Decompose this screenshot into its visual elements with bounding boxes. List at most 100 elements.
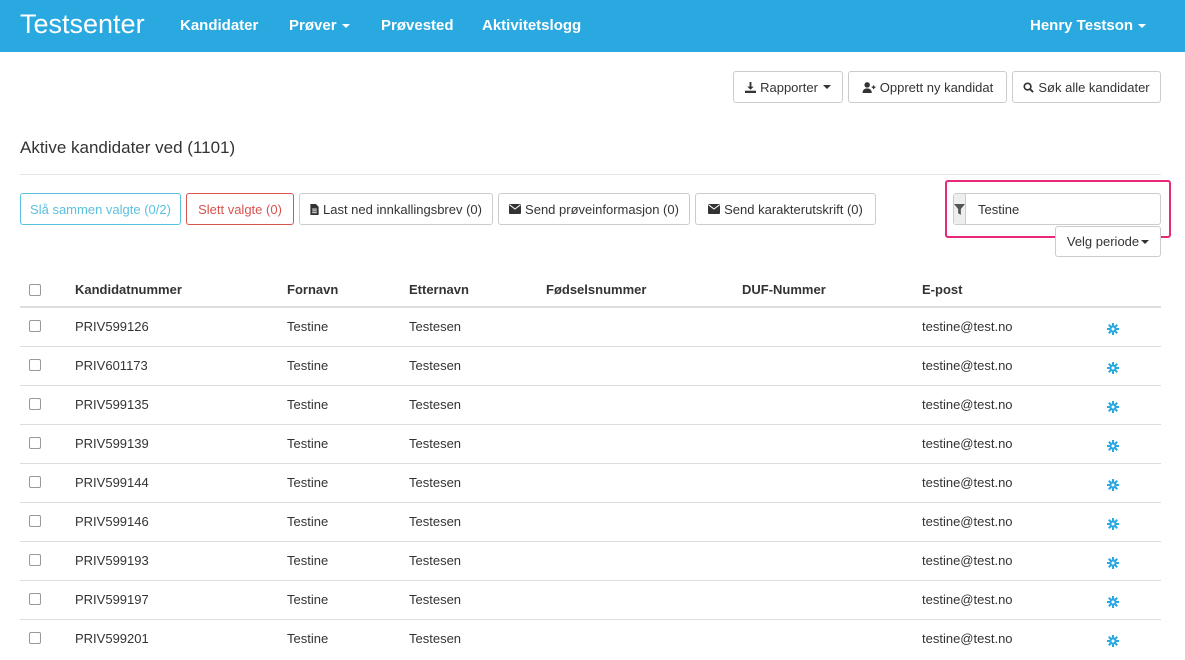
- select-all-checkbox[interactable]: [29, 284, 41, 296]
- rapporter-label: Rapporter: [760, 79, 818, 95]
- table-row: PRIV599135 Testine Testesen testine@test.no: [20, 386, 1161, 425]
- download-icon: [745, 81, 757, 93]
- cell-epost: testine@test.no: [922, 514, 1013, 529]
- header-kandidatnummer[interactable]: Kandidatnummer: [75, 282, 182, 297]
- gear-icon[interactable]: [1107, 400, 1119, 413]
- gear-icon[interactable]: [1107, 439, 1119, 452]
- cell-etternavn: Testesen: [409, 358, 462, 373]
- cell-etternavn: Testesen: [409, 397, 462, 412]
- cell-epost: testine@test.no: [922, 436, 1013, 451]
- header-duf-nummer[interactable]: DUF-Nummer: [742, 282, 826, 297]
- gear-icon[interactable]: [1107, 478, 1119, 491]
- gear-icon[interactable]: [1107, 517, 1119, 530]
- cell-epost: testine@test.no: [922, 631, 1013, 646]
- cell-kandidatnummer: PRIV599201: [75, 631, 149, 646]
- cell-kandidatnummer: PRIV599139: [75, 436, 149, 451]
- cell-epost: testine@test.no: [922, 319, 1013, 334]
- send-grades-button[interactable]: Send karakterutskrift (0): [695, 193, 876, 225]
- gear-icon[interactable]: [1107, 361, 1119, 374]
- cell-kandidatnummer: PRIV599135: [75, 397, 149, 412]
- row-checkbox[interactable]: [29, 515, 41, 527]
- cell-etternavn: Testesen: [409, 553, 462, 568]
- gear-icon[interactable]: [1107, 634, 1119, 647]
- cell-etternavn: Testesen: [409, 592, 462, 607]
- nav-kandidater[interactable]: Kandidater: [180, 17, 258, 34]
- row-checkbox[interactable]: [29, 437, 41, 449]
- search-icon: [1023, 81, 1035, 93]
- nav-prover-label: Prøver: [289, 17, 337, 34]
- cell-kandidatnummer: PRIV599197: [75, 592, 149, 607]
- rapporter-button[interactable]: Rapporter: [733, 71, 843, 103]
- cell-kandidatnummer: PRIV599193: [75, 553, 149, 568]
- row-checkbox[interactable]: [29, 359, 41, 371]
- envelope-icon: [509, 204, 522, 214]
- nav-aktivitetslogg[interactable]: Aktivitetslogg: [482, 17, 581, 34]
- search-all-button[interactable]: Søk alle kandidater: [1012, 71, 1161, 103]
- gear-icon[interactable]: [1107, 556, 1119, 569]
- caret-down-icon: [1138, 24, 1147, 29]
- cell-epost: testine@test.no: [922, 475, 1013, 490]
- top-navbar: Testsenter Kandidater Prøver Prøvested A…: [0, 0, 1185, 52]
- merge-selected-button[interactable]: Slå sammen valgte (0/2): [20, 193, 181, 225]
- download-letters-button[interactable]: Last ned innkallingsbrev (0): [299, 193, 493, 225]
- period-dropdown[interactable]: Velg periode: [1055, 226, 1161, 257]
- row-checkbox[interactable]: [29, 554, 41, 566]
- gear-icon[interactable]: [1107, 595, 1119, 608]
- cell-fornavn: Testine: [287, 592, 329, 607]
- delete-selected-button[interactable]: Slett valgte (0): [186, 193, 294, 225]
- send-info-button[interactable]: Send prøveinformasjon (0): [498, 193, 690, 225]
- download-letters-label: Last ned innkallingsbrev (0): [323, 201, 482, 217]
- table-row: PRIV599146 Testine Testesen testine@test.no: [20, 503, 1161, 542]
- caret-down-icon: [1141, 239, 1150, 244]
- cell-fornavn: Testine: [287, 475, 329, 490]
- row-checkbox[interactable]: [29, 593, 41, 605]
- cell-etternavn: Testesen: [409, 436, 462, 451]
- cell-fornavn: Testine: [287, 319, 329, 334]
- row-checkbox[interactable]: [29, 476, 41, 488]
- caret-down-icon: [341, 24, 350, 29]
- cell-kandidatnummer: PRIV599146: [75, 514, 149, 529]
- cell-epost: testine@test.no: [922, 553, 1013, 568]
- period-label: Velg periode: [1066, 234, 1140, 249]
- table-row: PRIV599126 Testine Testesen testine@test.no: [20, 308, 1161, 347]
- caret-down-icon: [822, 85, 831, 89]
- table-row: PRIV599201 Testine Testesen testine@test.no: [20, 620, 1161, 659]
- row-checkbox[interactable]: [29, 398, 41, 410]
- cell-etternavn: Testesen: [409, 475, 462, 490]
- header-fodselsnummer[interactable]: Fødselsnummer: [546, 282, 646, 297]
- table-row: PRIV599139 Testine Testesen testine@test.no: [20, 425, 1161, 464]
- table-row: PRIV599144 Testine Testesen testine@test.no: [20, 464, 1161, 503]
- cell-epost: testine@test.no: [922, 397, 1013, 412]
- cell-epost: testine@test.no: [922, 592, 1013, 607]
- search-all-label: Søk alle kandidater: [1038, 79, 1150, 95]
- cell-etternavn: Testesen: [409, 514, 462, 529]
- table-row: PRIV599197 Testine Testesen testine@test.no: [20, 581, 1161, 620]
- brand-logo[interactable]: Testsenter: [20, 9, 145, 40]
- table-row: PRIV599193 Testine Testesen testine@test.no: [20, 542, 1161, 581]
- add-candidate-label: Opprett ny kandidat: [879, 79, 994, 95]
- cell-kandidatnummer: PRIV599144: [75, 475, 149, 490]
- header-etternavn[interactable]: Etternavn: [409, 282, 469, 297]
- cell-fornavn: Testine: [287, 514, 329, 529]
- cell-fornavn: Testine: [287, 631, 329, 646]
- cell-kandidatnummer: PRIV599126: [75, 319, 149, 334]
- page-title: Aktive kandidater ved (1101): [20, 138, 236, 157]
- nav-provested[interactable]: Prøvested: [381, 17, 454, 34]
- cell-etternavn: Testesen: [409, 319, 462, 334]
- gear-icon[interactable]: [1107, 322, 1119, 335]
- row-checkbox[interactable]: [29, 320, 41, 332]
- cell-kandidatnummer: PRIV601173: [75, 358, 148, 373]
- send-info-label: Send prøveinformasjon (0): [525, 201, 679, 217]
- header-fornavn[interactable]: Fornavn: [287, 282, 338, 297]
- cell-epost: testine@test.no: [922, 358, 1013, 373]
- row-checkbox[interactable]: [29, 632, 41, 644]
- cell-fornavn: Testine: [287, 436, 329, 451]
- add-candidate-button[interactable]: Opprett ny kandidat: [848, 71, 1007, 103]
- table-row: PRIV601173 Testine Testesen testine@test.no: [20, 347, 1161, 386]
- user-menu[interactable]: Henry Testson: [1030, 17, 1147, 34]
- divider: [20, 174, 1161, 175]
- header-epost[interactable]: E-post: [922, 282, 962, 297]
- nav-prover[interactable]: Prøver: [289, 17, 350, 34]
- cell-fornavn: Testine: [287, 553, 329, 568]
- send-grades-label: Send karakterutskrift (0): [724, 201, 863, 217]
